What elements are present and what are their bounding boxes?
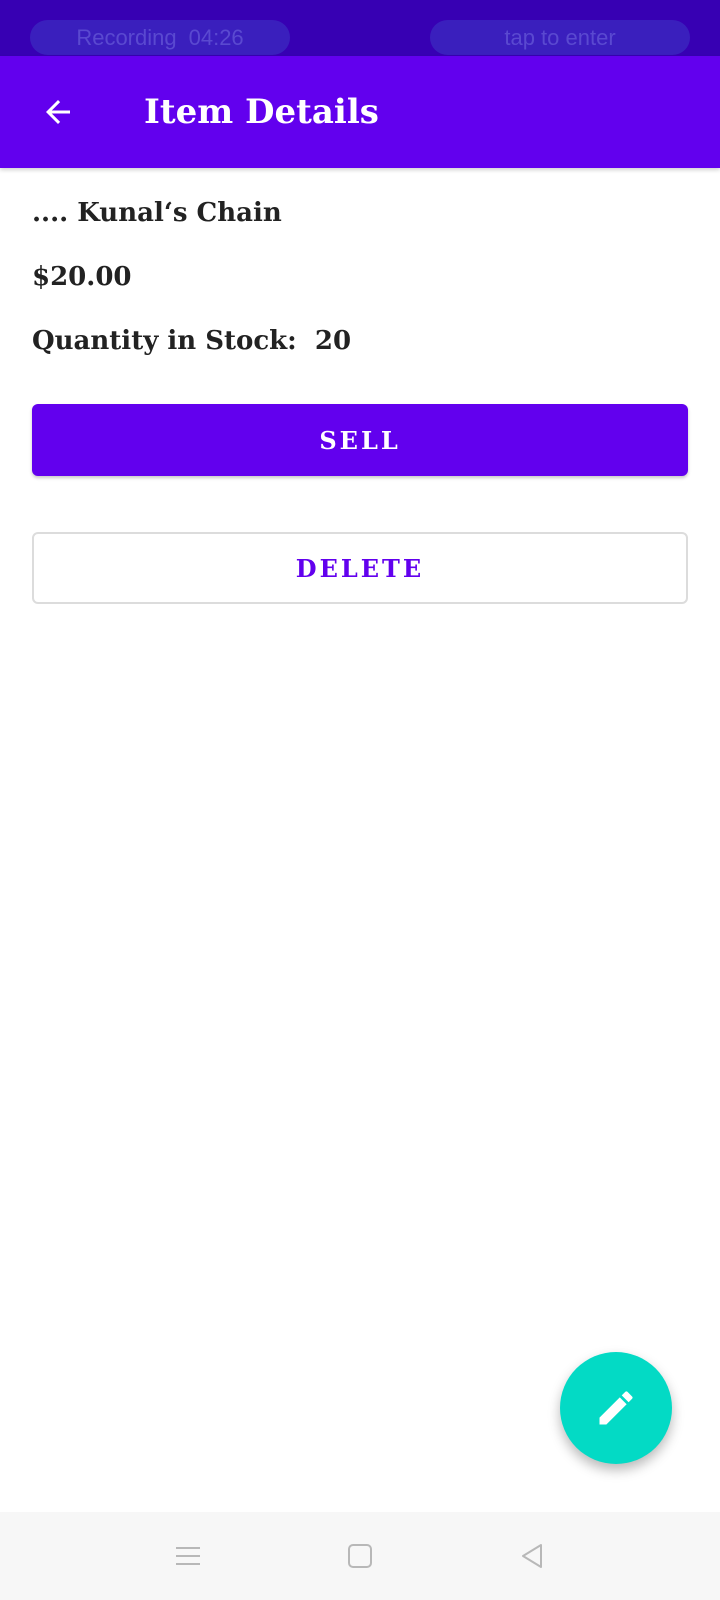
pencil-edit-icon <box>599 1391 633 1425</box>
back-triangle-icon <box>522 1544 542 1568</box>
page-title: Item Details <box>144 92 379 132</box>
home-square-icon <box>348 1544 372 1568</box>
quantity-row: Quantity in Stock: 20 <box>32 326 351 356</box>
delete-button-label: DELETE <box>295 553 425 583</box>
tap-to-enter-pill[interactable]: tap to enter <box>430 20 690 55</box>
quantity-value: 20 <box>314 326 352 356</box>
delete-button[interactable]: DELETE <box>32 532 688 604</box>
status-bar: Recording 04:26 tap to enter <box>0 0 720 56</box>
quantity-label: Quantity in Stock: <box>32 326 297 356</box>
app-bar: Item Details <box>0 56 720 168</box>
back-button[interactable] <box>28 82 88 142</box>
tap-to-enter-label: tap to enter <box>504 25 616 50</box>
nav-home-button[interactable] <box>336 1532 384 1580</box>
arrow-back-icon <box>46 100 70 124</box>
item-name: .... Kunal‘s Chain <box>32 198 282 228</box>
recording-pill[interactable]: Recording 04:26 <box>30 20 290 55</box>
sell-button[interactable]: SELL <box>32 404 688 476</box>
menu-icon <box>176 1547 200 1565</box>
recording-label: Recording <box>76 25 177 50</box>
screen: Recording 04:26 tap to enter Item Details… <box>0 0 720 1600</box>
recording-time: 04:26 <box>188 25 244 50</box>
edit-fab[interactable] <box>560 1352 672 1464</box>
system-nav-bar <box>0 1512 720 1600</box>
sell-button-label: SELL <box>319 425 401 455</box>
item-price: $20.00 <box>32 262 132 292</box>
nav-back-button[interactable] <box>508 1532 556 1580</box>
nav-menu-button[interactable] <box>164 1532 212 1580</box>
